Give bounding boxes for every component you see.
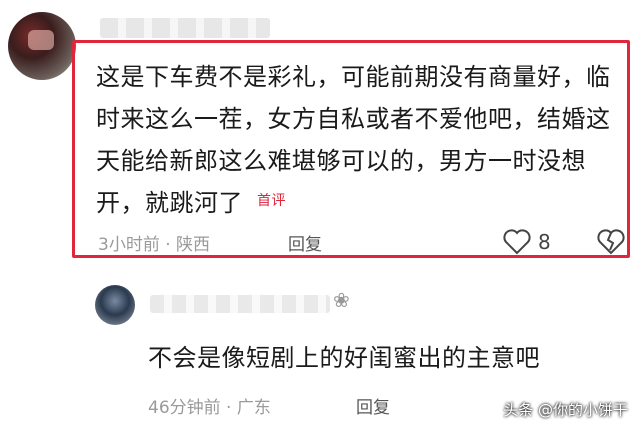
comment-text: 这是下车费不是彩礼，可能前期没有商量好，临时来这么一茬，女方自私或者不爱他吧，结… <box>96 63 611 217</box>
avatar[interactable] <box>95 285 135 325</box>
username-blurred <box>150 295 330 313</box>
broken-heart-icon <box>597 229 625 255</box>
avatar[interactable] <box>8 12 76 80</box>
reply-button[interactable]: 回复 <box>356 393 390 418</box>
flower-icon: ❀ <box>333 288 350 312</box>
comment-meta: 46分钟前 · 广东 <box>148 398 271 418</box>
heart-icon <box>503 229 531 255</box>
watermark: 头条 @你的小饼干 <box>503 401 628 419</box>
comment-meta: 3小时前 · 陕西 <box>98 235 211 255</box>
username-blurred <box>100 18 270 38</box>
like-button[interactable]: 8 <box>502 228 551 256</box>
like-count: 8 <box>538 230 551 254</box>
reply-button[interactable]: 回复 <box>288 230 322 255</box>
dislike-button[interactable] <box>596 228 626 260</box>
comment-item: 这是下车费不是彩礼，可能前期没有商量好，临时来这么一茬，女方自私或者不爱他吧，结… <box>0 0 640 265</box>
first-comment-badge: 首评 <box>257 193 286 209</box>
comment-text: 不会是像短剧上的好闺蜜出的主意吧 <box>148 344 540 372</box>
